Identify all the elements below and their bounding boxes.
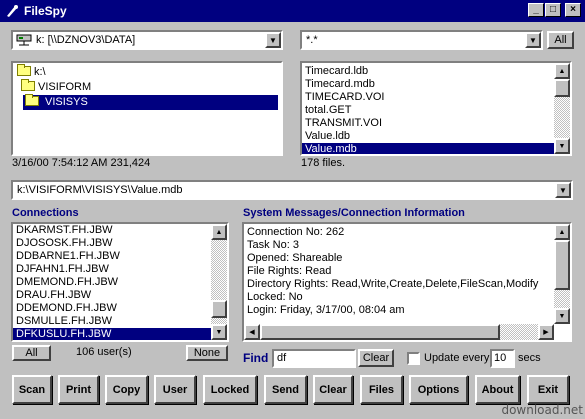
scroll-down-icon[interactable]: ▼ (554, 138, 570, 154)
update-interval-input[interactable]: 10 (490, 349, 515, 368)
connections-heading: Connections (12, 207, 79, 219)
message-line: Connection No: 262 (247, 226, 345, 238)
scroll-up-icon[interactable]: ▲ (554, 63, 570, 79)
filter-combo[interactable]: *.* ▼ (300, 30, 543, 50)
send-button[interactable]: Send (264, 375, 307, 404)
dir-item[interactable]: k:\ (17, 64, 46, 80)
connection-item[interactable]: DDEMOND.FH.JBW (13, 302, 211, 315)
user-count: 106 user(s) (76, 346, 132, 358)
connection-item[interactable]: DKARMST.FH.JBW (13, 224, 211, 237)
path-combo-value: k:\VISIFORM\VISISYS\Value.mdb (17, 184, 183, 196)
connection-item-selected[interactable]: DFKUSLU.FH.JBW (13, 328, 211, 340)
connections-scrollbar[interactable]: ▲ ▼ (211, 224, 227, 340)
file-list[interactable]: Timecard.ldb Timecard.mdb TIMECARD.VOI tota… (300, 61, 572, 156)
scroll-thumb[interactable] (260, 324, 500, 340)
connection-item[interactable]: DSMULLE.FH.JBW (13, 315, 211, 328)
about-button[interactable]: About (475, 375, 520, 404)
connection-item[interactable]: DJFAHN1.FH.JBW (13, 263, 211, 276)
folder-icon (21, 79, 35, 91)
file-list-scrollbar[interactable]: ▲ ▼ (554, 63, 570, 154)
folder-icon (17, 64, 31, 76)
watermark: download.net (501, 403, 583, 417)
connection-item[interactable]: DDBARNE1.FH.JBW (13, 250, 211, 263)
file-item[interactable]: TIMECARD.VOI (302, 91, 554, 104)
scroll-thumb[interactable] (554, 79, 570, 97)
scroll-left-icon[interactable]: ◀ (244, 324, 260, 340)
scroll-up-icon[interactable]: ▲ (554, 224, 570, 240)
system-messages-box[interactable]: Connection No: 262 Task No: 3 Opened: Shar… (242, 222, 572, 342)
message-line: Opened: Shareable (247, 252, 343, 264)
app-icon (4, 3, 20, 19)
scroll-up-icon[interactable]: ▲ (211, 224, 227, 240)
file-info: 3/16/00 7:54:12 AM 231,424 (12, 157, 151, 169)
select-all-users-button[interactable]: All (12, 345, 51, 361)
window-title: FileSpy (24, 4, 67, 18)
scroll-thumb[interactable] (554, 240, 570, 290)
options-button[interactable]: Options (409, 375, 468, 404)
message-line: Task No: 3 (247, 239, 299, 251)
locked-button[interactable]: Locked (203, 375, 257, 404)
messages-vscroll[interactable]: ▲ ▼ (554, 224, 570, 324)
chevron-down-icon[interactable]: ▼ (265, 32, 281, 48)
system-messages-heading: System Messages/Connection Information (243, 207, 465, 219)
message-line: File Rights: Read (247, 265, 332, 277)
files-button[interactable]: Files (360, 375, 403, 404)
connection-item[interactable]: DMEMOND.FH.JBW (13, 276, 211, 289)
network-drive-icon (16, 34, 32, 46)
update-label: Update every (424, 352, 490, 364)
file-item[interactable]: TRANSMIT.VOI (302, 117, 554, 130)
folder-icon (25, 94, 39, 106)
exit-button[interactable]: Exit (527, 375, 569, 404)
filter-combo-value: *.* (306, 34, 318, 46)
message-line: Locked: No (247, 291, 303, 303)
user-button[interactable]: User (154, 375, 196, 404)
file-item[interactable]: Value.ldb (302, 130, 554, 143)
file-item[interactable]: Timecard.mdb (302, 78, 554, 91)
find-clear-button[interactable]: Clear (358, 349, 394, 367)
print-button[interactable]: Print (58, 375, 99, 404)
copy-button[interactable]: Copy (105, 375, 148, 404)
maximize-icon[interactable]: □ (545, 3, 561, 17)
secs-label: secs (518, 352, 541, 364)
scroll-down-icon[interactable]: ▼ (211, 324, 227, 340)
chevron-down-icon[interactable]: ▼ (525, 32, 541, 48)
update-checkbox[interactable] (407, 352, 420, 365)
dir-item-selected[interactable]: VISISYS (23, 94, 278, 110)
select-none-users-button[interactable]: None (186, 345, 228, 361)
find-input[interactable]: df (272, 349, 356, 368)
messages-hscroll[interactable]: ◀ ▶ (244, 324, 554, 340)
chevron-down-icon[interactable]: ▼ (555, 182, 571, 198)
clear-button[interactable]: Clear (313, 375, 353, 404)
find-label: Find (243, 351, 269, 365)
drive-combo[interactable]: k: [\\DZNOV3\DATA] ▼ (11, 30, 283, 50)
all-filter-button[interactable]: All (547, 31, 574, 49)
file-item[interactable]: Timecard.ldb (302, 65, 554, 78)
file-item-selected[interactable]: Value.mdb (302, 143, 554, 154)
connections-list[interactable]: DKARMST.FH.JBW DJOSOSK.FH.JBW DDBARNE1.FH.… (11, 222, 229, 342)
file-count: 178 files. (301, 157, 346, 169)
file-item[interactable]: total.GET (302, 104, 554, 117)
scroll-right-icon[interactable]: ▶ (538, 324, 554, 340)
drive-combo-value: k: [\\DZNOV3\DATA] (36, 34, 136, 46)
message-line: Directory Rights: Read,Write,Create,Dele… (247, 278, 539, 290)
dir-item[interactable]: VISIFORM (21, 79, 91, 95)
title-bar[interactable]: FileSpy _ □ × (0, 0, 585, 22)
close-icon[interactable]: × (565, 3, 581, 17)
connection-item[interactable]: DRAU.FH.JBW (13, 289, 211, 302)
scroll-thumb[interactable] (211, 300, 227, 318)
connection-item[interactable]: DJOSOSK.FH.JBW (13, 237, 211, 250)
message-line: Login: Friday, 3/17/00, 08:04 am (247, 304, 405, 316)
path-combo[interactable]: k:\VISIFORM\VISISYS\Value.mdb ▼ (11, 180, 573, 200)
scroll-down-icon[interactable]: ▼ (554, 308, 570, 324)
directory-tree[interactable]: k:\ VISIFORM VISISYS (11, 61, 283, 156)
scan-button[interactable]: Scan (12, 375, 52, 404)
minimize-icon[interactable]: _ (528, 3, 544, 17)
